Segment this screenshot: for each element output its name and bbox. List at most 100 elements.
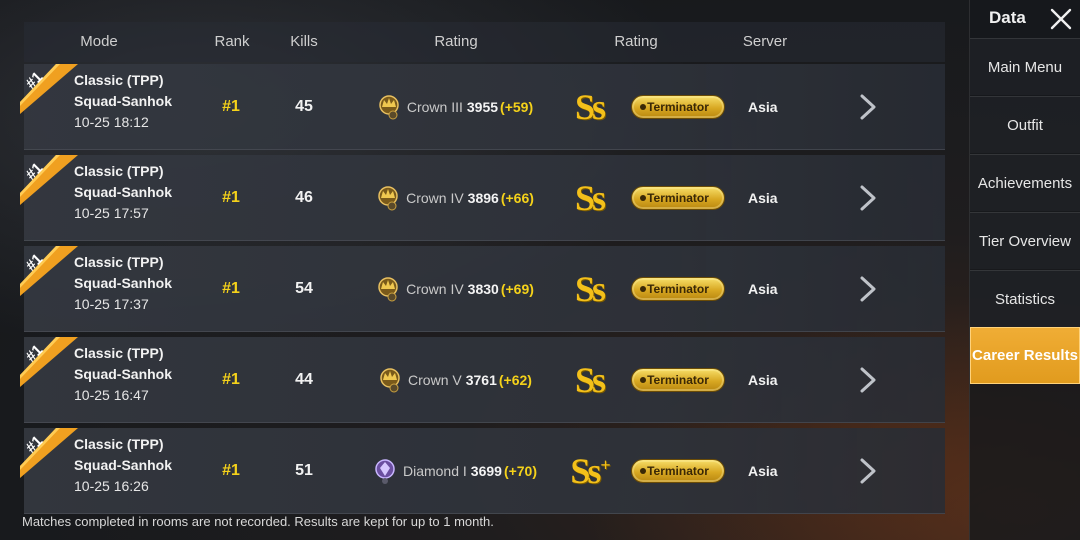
grade-letter: Ss [574,360,606,400]
tier-rating: Crown V 3761 (+62) [364,337,544,423]
server-value: Asia [748,281,778,297]
grade-rating: Ss [562,64,616,150]
table-header [24,22,945,62]
placement-ribbon: #1 [20,428,82,478]
kills-value: 46 [295,189,313,206]
match-row[interactable]: #1 Classic (TPP) Squad-Sanhok 10-25 16:26 #1… [20,428,945,514]
tier-score: 3830 [467,281,499,297]
footer-note: Matches completed in rooms are not recor… [22,514,494,529]
submode-label: Squad-Sanhok [74,457,173,473]
title-label: Terminator [647,282,709,296]
grade-rating: Ss [562,155,616,241]
title-badge: Terminator [631,186,725,210]
match-date: 10-25 16:47 [74,387,149,403]
tier-rating: Crown IV 3830 (+69) [364,246,544,332]
chevron-right-icon[interactable] [856,183,880,213]
title-badge: Terminator [631,95,725,119]
chevron-right-icon[interactable] [856,92,880,122]
header-rank: Rank [214,33,250,50]
grade-letter: Ss [574,87,606,127]
tier-score: 3699 [470,463,502,479]
sidebar-item-label: Main Menu [987,58,1063,76]
kills-value: 54 [295,280,313,297]
mode-label: Classic (TPP) [74,345,164,361]
sidebar-item-tier-overview[interactable]: Tier Overview [970,212,1080,269]
match-row[interactable]: #1 Classic (TPP) Squad-Sanhok 10-25 17:57 #1… [20,155,945,241]
crown-icon [375,93,403,121]
mode-label: Classic (TPP) [74,72,164,88]
crown-icon [374,184,402,212]
grade-plus: + [600,454,610,475]
sidebar-item-label: Tier Overview [979,232,1071,250]
sidebar-item-career-results[interactable]: Career Results [970,327,1080,384]
tier-rating: Crown IV 3896 (+66) [364,155,544,241]
tier-name: Crown V [408,372,462,388]
rank-value: #1 [222,189,240,206]
title-badge: Terminator [631,459,725,483]
header-rating-tier: Rating [434,33,478,50]
server-value: Asia [748,463,778,479]
match-row[interactable]: #1 Classic (TPP) Squad-Sanhok 10-25 18:12 #1… [20,64,945,150]
match-row[interactable]: #1 Classic (TPP) Squad-Sanhok 10-25 17:37 #1… [20,246,945,332]
header-server: Server [742,33,788,50]
header-rating-grade: Rating [614,33,658,50]
tier-delta: (+70) [503,463,538,479]
title-badge: Terminator [631,277,725,301]
grade-rating: Ss + [562,428,616,514]
submode-label: Squad-Sanhok [74,184,173,200]
submode-label: Squad-Sanhok [74,275,173,291]
header-kills: Kills [290,33,318,50]
match-date: 10-25 17:37 [74,296,149,312]
tier-delta: (+59) [500,99,534,115]
placement-ribbon: #1 [20,64,82,114]
tier-score: 3955 [466,99,499,115]
sidebar-item-label: Achievements [977,174,1073,192]
chevron-right-icon[interactable] [856,365,880,395]
title-label: Terminator [647,373,709,387]
submode-label: Squad-Sanhok [74,93,173,109]
badge-dot-icon [640,104,646,110]
close-icon[interactable] [1048,6,1074,32]
sidebar-item-statistics[interactable]: Statistics [970,270,1080,327]
header-mode: Mode [80,33,118,50]
tier-name: Crown IV [406,281,464,297]
sidebar-item-label: Outfit [1007,116,1043,134]
match-date: 10-25 17:57 [74,205,149,221]
kills-value: 45 [295,98,313,115]
mode-label: Classic (TPP) [74,163,164,179]
sidebar-item-label: Career Results [972,347,1078,364]
mode-label: Classic (TPP) [74,436,164,452]
mode-info: Classic (TPP) Squad-Sanhok 10-25 16:47 [74,343,172,406]
server-value: Asia [748,190,778,206]
tier-name: Crown III [406,99,463,115]
title-badge: Terminator [631,368,725,392]
tier-rating: Diamond I 3699 (+70) [364,428,544,514]
sidebar-item-label: Statistics [994,290,1055,308]
sidebar-item-main-menu[interactable]: Main Menu [970,38,1080,95]
rank-value: #1 [222,371,240,388]
title-label: Terminator [647,191,709,205]
placement-ribbon: #1 [20,246,82,296]
match-date: 10-25 18:12 [74,114,149,130]
sidebar-title: Data [989,8,1026,27]
grade-letter: Ss [574,269,606,309]
tier-delta: (+62) [498,372,532,388]
tier-delta: (+66) [500,190,534,206]
sidebar-item-achievements[interactable]: Achievements [970,154,1080,211]
title-label: Terminator [647,464,709,478]
kills-value: 44 [295,371,313,388]
placement-ribbon: #1 [20,337,82,387]
match-date: 10-25 16:26 [74,478,149,494]
server-value: Asia [748,372,778,388]
tier-delta: (+69) [500,281,534,297]
chevron-right-icon[interactable] [856,456,880,486]
sidebar-item-outfit[interactable]: Outfit [970,96,1080,153]
mode-info: Classic (TPP) Squad-Sanhok 10-25 17:57 [74,161,172,224]
tier-score: 3761 [465,372,497,388]
grade-rating: Ss [562,337,616,423]
grade-letter: Ss [574,178,606,218]
mode-info: Classic (TPP) Squad-Sanhok 10-25 17:37 [74,252,172,315]
chevron-right-icon[interactable] [856,274,880,304]
diamond-icon [371,457,399,485]
match-row[interactable]: #1 Classic (TPP) Squad-Sanhok 10-25 16:47 #1… [20,337,945,423]
